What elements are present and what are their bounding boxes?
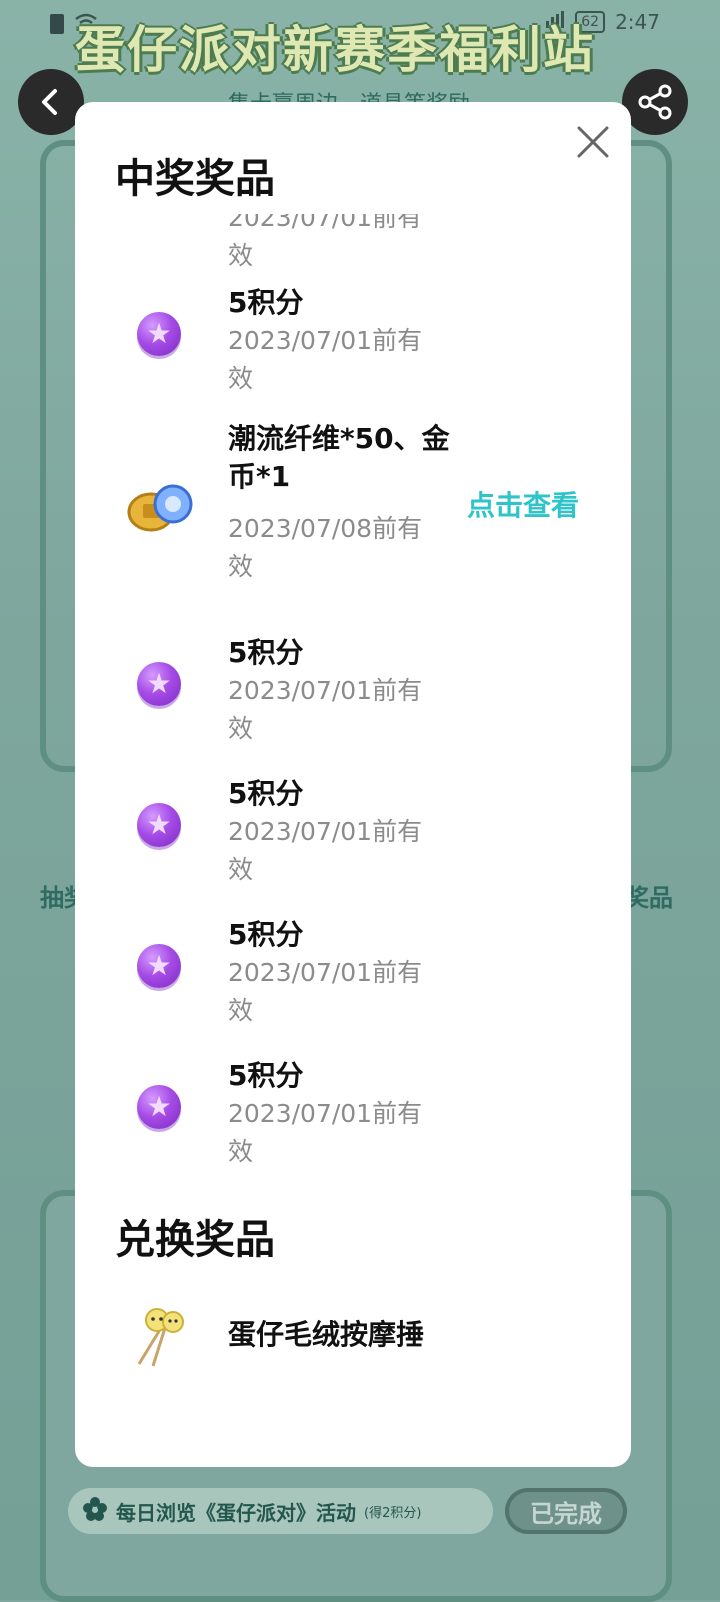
prize-name: 5积分 (228, 636, 304, 669)
daily-task-row: 每日浏览《蛋仔派对》活动 (得2积分) (68, 1488, 493, 1534)
exchange-prizes-title: 兑换奖品 (115, 1217, 275, 1263)
prize-date: 2023/07/01前有效 (228, 817, 423, 884)
purple-star-points-icon: ★ (137, 944, 183, 990)
prize-date: 2023/07/01前有效 (228, 1099, 423, 1164)
won-prizes-title: 中奖奖品 (115, 156, 275, 202)
share-icon (638, 84, 672, 120)
won-prize-list[interactable]: 2023/07/01前有效 ★ 5积分 2023/07/01前有效 潮流纤维*5… (75, 214, 631, 1164)
task-completed-button[interactable]: 已完成 (505, 1488, 627, 1534)
daily-task-label: 每日浏览《蛋仔派对》活动 (116, 1500, 356, 1525)
purple-star-points-icon: ★ (137, 803, 183, 849)
view-prize-link[interactable]: 点击查看 (467, 484, 579, 524)
notification-icon (50, 14, 64, 34)
banner-title: 蛋仔派对新赛季福利站 (75, 21, 595, 79)
purple-star-points-icon: ★ (137, 312, 183, 358)
exchange-prize-name: 蛋仔毛绒按摩捶 (228, 1318, 425, 1351)
close-icon (577, 126, 609, 158)
prize-date: 2023/07/01前有效 (228, 958, 423, 1025)
prize-name: 5积分 (228, 286, 304, 319)
partial-prize-date: 2023/07/01前有效 (228, 214, 423, 270)
share-button[interactable] (622, 69, 688, 135)
prize-modal: 中奖奖品 2023/07/01前有效 ★ 5积分 2023/07/01前有效 潮… (75, 102, 631, 1467)
prize-date: 2023/07/01前有效 (228, 326, 423, 393)
prize-name: 潮流纤维*50、金币*1 (228, 422, 450, 493)
prize-name: 5积分 (228, 777, 304, 810)
prize-date: 2023/07/08前有效 (228, 514, 423, 581)
chevron-left-icon (42, 89, 57, 115)
prize-name: 5积分 (228, 1059, 304, 1092)
background-side-label-right: 奖品 (625, 884, 673, 912)
prize-date: 2023/07/01前有效 (228, 676, 423, 743)
purple-star-points-icon: ★ (137, 662, 183, 708)
plush-massage-hammer-icon (131, 1304, 191, 1368)
close-button[interactable] (575, 124, 611, 160)
fiber-and-coin-icon (127, 480, 195, 536)
flower-icon (82, 1496, 108, 1527)
prize-name: 5积分 (228, 918, 304, 951)
daily-task-hint: (得2积分) (364, 1505, 422, 1521)
purple-star-points-icon: ★ (137, 1085, 183, 1131)
